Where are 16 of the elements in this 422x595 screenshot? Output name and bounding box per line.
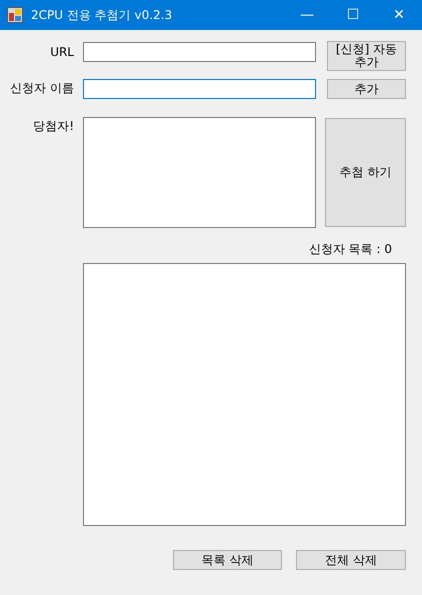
delete-all-button[interactable]: 전체 삭제 [296,550,406,570]
auto-add-button[interactable]: [신청] 자동 추가 [327,41,406,71]
add-button[interactable]: 추가 [327,79,406,99]
minimize-button[interactable]: — [284,0,330,30]
window-title: 2CPU 전용 추첨기 v0.2.3 [31,7,174,24]
url-field[interactable] [83,42,316,62]
field-label: URL [49,44,74,61]
name-field[interactable] [83,79,316,99]
winner-label: 당첨자! [32,118,74,135]
draw-button[interactable]: 추첨 하기 [325,118,406,227]
field-label: 신청자 이름 [9,80,74,97]
app-icon [7,7,23,23]
maximize-button[interactable]: ☐ [330,0,376,30]
delete-list-button[interactable]: 목록 삭제 [173,550,282,570]
count-label: 신청자 목록 : 0 [308,241,392,258]
close-button[interactable]: ✕ [376,0,422,30]
